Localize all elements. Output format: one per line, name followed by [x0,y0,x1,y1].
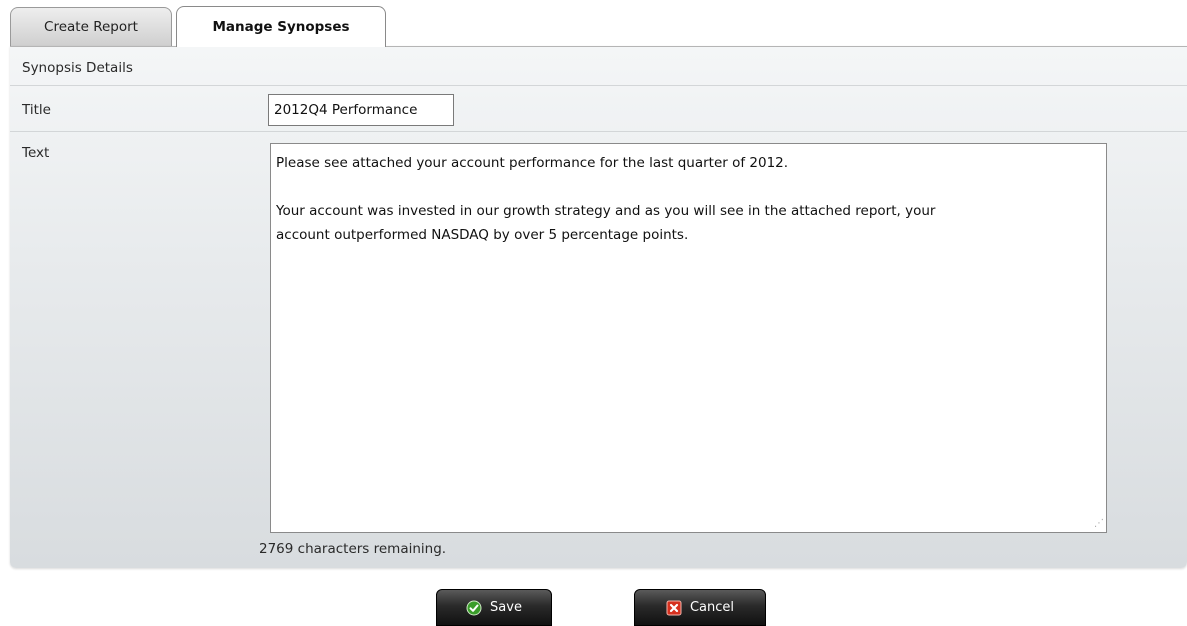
check-icon [466,600,482,616]
cancel-button[interactable]: Cancel [634,589,766,626]
tab-manage-synopses-label: Manage Synopses [212,19,350,35]
save-button-label: Save [490,600,522,615]
tab-create-report-label: Create Report [44,19,138,35]
cancel-button-label: Cancel [689,600,735,615]
text-line: Your account was invested in our growth … [276,203,936,219]
x-icon [666,600,682,616]
title-label: Title [22,102,51,118]
synopsis-text-area[interactable]: Please see attached your account perform… [270,143,1107,533]
row-divider [10,85,1187,86]
section-title: Synopsis Details [22,60,133,76]
title-input[interactable] [268,94,454,126]
text-label: Text [22,145,50,161]
tab-manage-synopses[interactable]: Manage Synopses [176,6,386,47]
characters-remaining: 2769 characters remaining. [259,541,447,557]
row-divider [10,131,1187,132]
text-line: Please see attached your account perform… [276,155,789,171]
synopsis-details-panel: Synopsis Details Title Text Please see a… [10,46,1187,568]
text-line: account outperformed NASDAQ by over 5 pe… [276,227,689,243]
save-button[interactable]: Save [436,589,552,626]
resize-grip-icon[interactable]: ⋰ [1092,518,1104,530]
tab-create-report[interactable]: Create Report [10,7,172,46]
